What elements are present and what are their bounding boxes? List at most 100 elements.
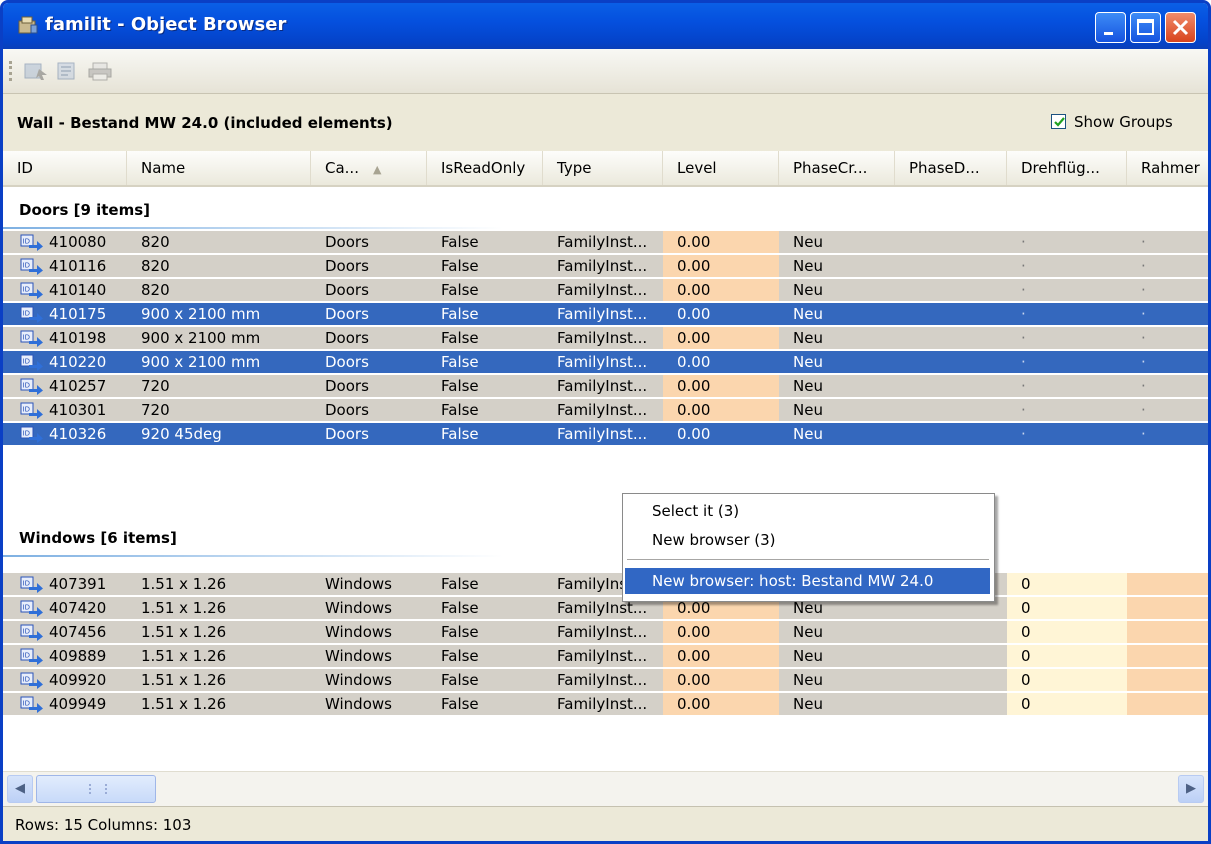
column-header-name[interactable]: Name [127,151,311,185]
cell-phasedemolished [895,303,1007,326]
element-id-icon: ID [20,648,43,665]
table-row[interactable]: 409920 1.51 x 1.26 Windows False FamilyInst.… [3,669,1208,693]
svg-text:ID: ID [23,628,30,636]
column-header-category[interactable]: Ca... ▲ [311,151,427,185]
svg-text:ID: ID [23,604,30,612]
window-title: familit - Object Browser [45,14,287,35]
cell-isreadonly: False [427,351,543,374]
table-row[interactable]: 410301 720 Doors False FamilyInst... 0.00 Neu ·… [3,399,1208,423]
cell-isreadonly: False [427,231,543,254]
element-id-icon: ID [20,402,43,419]
table-row[interactable]: 410140 820 Doors False FamilyInst... 0.00 Neu ·… [3,279,1208,303]
cell-rahmen [1127,621,1208,644]
column-header-type[interactable]: Type [543,151,663,185]
cell-drehfluegel: · [1007,351,1127,374]
column-header-drehfluegel[interactable]: Drehflüg... [1007,151,1127,185]
table-row[interactable]: 409889 1.51 x 1.26 Windows False FamilyInst.… [3,645,1208,669]
cell-type: FamilyInst... [543,231,663,254]
close-icon [1172,19,1189,36]
table-row[interactable]: 407391 1.51 x 1.26 Windows False FamilyInst.… [3,573,1208,597]
cell-name: 720 [127,375,311,398]
show-groups-checkbox[interactable] [1051,114,1066,129]
menu-item-select-it[interactable]: Select it (3) [625,498,990,524]
cell-category: Doors [311,375,427,398]
table-row[interactable]: 407456 1.51 x 1.26 Windows False FamilyInst.… [3,621,1208,645]
cell-phasecreated: Neu [779,255,895,278]
column-header-phasedemolished[interactable]: PhaseD... [895,151,1007,185]
table-row[interactable]: 407420 1.51 x 1.26 Windows False FamilyInst.… [3,597,1208,621]
cell-phasedemolished [895,645,1007,668]
group-header[interactable]: Doors [9 items] [3,193,703,229]
menu-item-new-browser-host[interactable]: New browser: host: Bestand MW 24.0 [625,568,990,594]
close-button[interactable] [1165,12,1196,43]
column-header-rahmen[interactable]: Rahmer [1127,151,1208,185]
minimize-button[interactable] [1095,12,1126,43]
table-row[interactable]: 410198 900 x 2100 mm Doors False FamilyInst.… [3,327,1208,351]
title-bar[interactable]: familit - Object Browser [3,3,1208,49]
cell-rahmen: · [1127,255,1208,278]
cell-rahmen: · [1127,351,1208,374]
table-row[interactable]: 410080 820 Doors False FamilyInst... 0.00 Neu ·… [3,231,1208,255]
cell-isreadonly: False [427,255,543,278]
column-header-phasecreated[interactable]: PhaseCr... [779,151,895,185]
cell-category: Doors [311,303,427,326]
cell-level: 0.00 [663,669,779,692]
table-row[interactable]: 410326 920 45deg Doors False FamilyInst... 0.… [3,423,1208,447]
select-elements-icon[interactable] [23,61,49,81]
table-row[interactable]: 410257 720 Doors False FamilyInst... 0.00 Neu ·… [3,375,1208,399]
cell-name: 820 [127,231,311,254]
cell-rahmen [1127,693,1208,716]
info-bar: Wall - Bestand MW 24.0 (included element… [3,94,1208,149]
print-icon[interactable] [87,61,113,81]
cell-isreadonly: False [427,423,543,446]
cell-isreadonly: False [427,303,543,326]
column-header-label: PhaseD... [909,159,980,177]
table-row[interactable]: 410220 900 x 2100 mm Doors False FamilyInst.… [3,351,1208,375]
cell-type: FamilyInst... [543,621,663,644]
cell-name: 920 45deg [127,423,311,446]
scroll-right-button[interactable]: ▶ [1178,775,1204,803]
horizontal-scrollbar[interactable]: ◀ ▶ [3,771,1208,806]
cell-phasecreated: Neu [779,645,895,668]
cell-rahmen: · [1127,423,1208,446]
column-header-label: Ca... [325,159,359,177]
column-header-isreadonly[interactable]: IsReadOnly [427,151,543,185]
cell-level: 0.00 [663,351,779,374]
svg-text:ID: ID [23,262,30,270]
cell-isreadonly: False [427,669,543,692]
scrollbar-thumb[interactable] [36,775,156,803]
export-list-icon[interactable] [55,61,81,81]
column-header-level[interactable]: Level [663,151,779,185]
svg-text:ID: ID [23,676,30,684]
cell-rahmen: · [1127,303,1208,326]
object-grid[interactable]: ID Name Ca... ▲ IsReadOnly Type Level Pha… [3,151,1208,771]
cell-phasecreated: Neu [779,621,895,644]
cell-name: 1.51 x 1.26 [127,621,311,644]
maximize-button[interactable] [1130,12,1161,43]
group-header[interactable]: Windows [6 items] [3,521,703,557]
cell-phasedemolished [895,351,1007,374]
toolbar [3,49,1208,94]
cell-name: 1.51 x 1.26 [127,573,311,596]
show-groups-label[interactable]: Show Groups [1074,113,1173,131]
thumb-grip [89,784,107,794]
cell-phasecreated: Neu [779,399,895,422]
cell-category: Doors [311,399,427,422]
scroll-left-button[interactable]: ◀ [7,775,33,803]
svg-text:ID: ID [23,382,30,390]
table-row[interactable]: 409949 1.51 x 1.26 Windows False FamilyInst.… [3,693,1208,717]
table-row[interactable]: 410116 820 Doors False FamilyInst... 0.00 Neu ·… [3,255,1208,279]
element-id-icon: ID [20,378,43,395]
column-header-id[interactable]: ID [3,151,127,185]
menu-item-new-browser[interactable]: New browser (3) [625,527,990,553]
cell-isreadonly: False [427,597,543,620]
table-row[interactable]: 410175 900 x 2100 mm Doors False FamilyInst.… [3,303,1208,327]
cell-rahmen: · [1127,399,1208,422]
cell-drehfluegel: · [1007,399,1127,422]
column-header-label: Rahmer [1141,159,1200,177]
cell-rahmen [1127,645,1208,668]
cell-level: 0.00 [663,375,779,398]
toolbar-grip[interactable] [9,61,15,81]
cell-drehfluegel: 0 [1007,645,1127,668]
cell-level: 0.00 [663,327,779,350]
